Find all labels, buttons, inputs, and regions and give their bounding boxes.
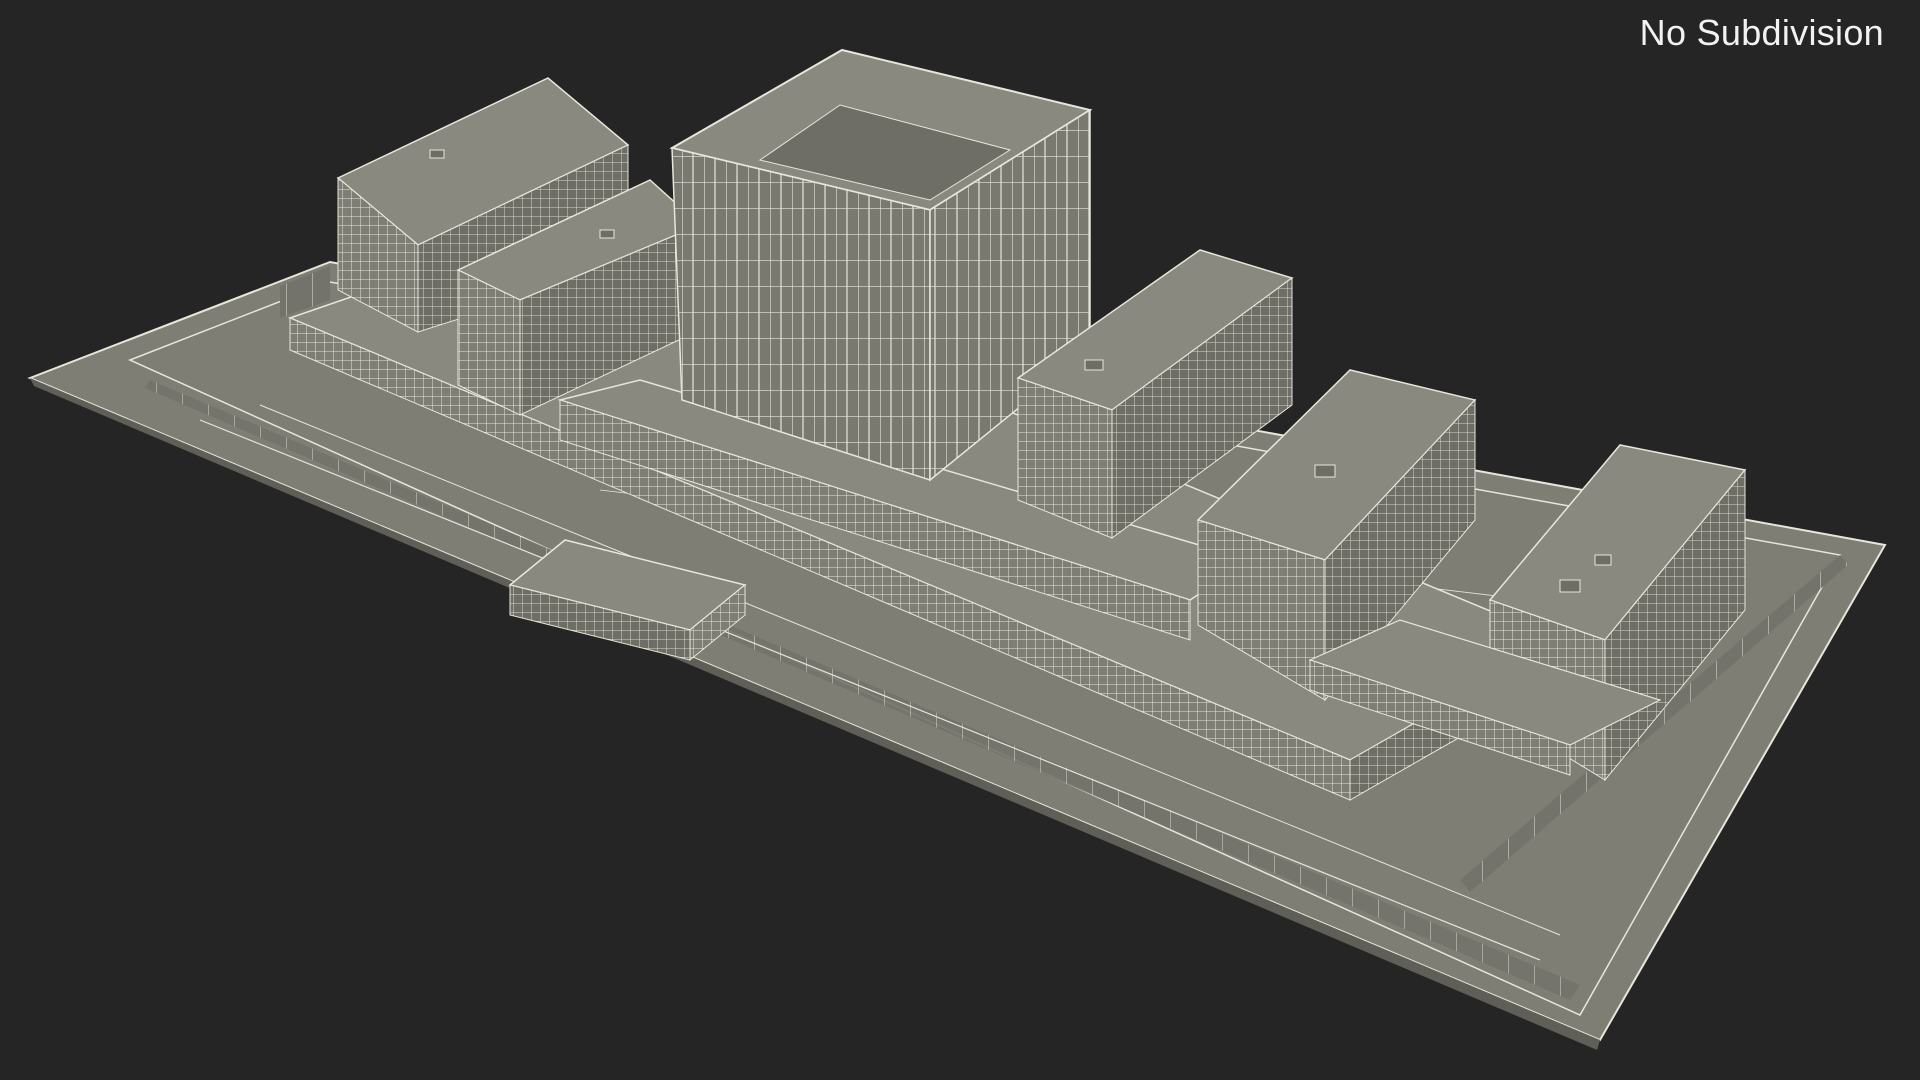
render-viewport: No Subdivision (0, 0, 1920, 1080)
subdivision-caption: No Subdivision (1639, 12, 1884, 53)
building-complex-render (27, 48, 1887, 1050)
